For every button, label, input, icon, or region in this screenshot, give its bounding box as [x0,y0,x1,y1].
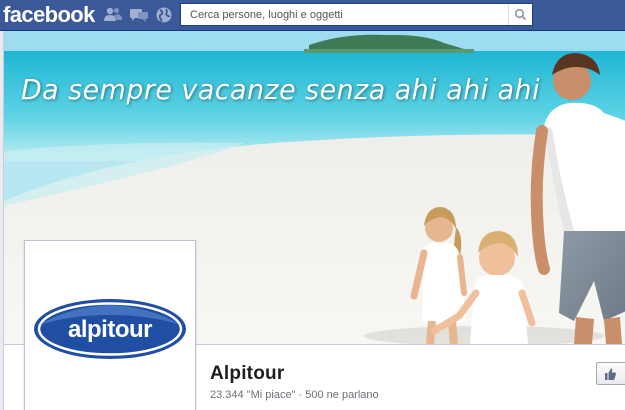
like-button[interactable] [596,362,625,385]
page-stats: 23.344 "Mi piace" · 500 ne parlano [210,389,379,401]
search-icon [509,8,533,29]
notifications-globe-icon[interactable] [154,6,174,24]
profile-picture[interactable]: alpitour [24,240,196,410]
facebook-logo[interactable]: facebook [3,1,95,28]
messages-icon[interactable] [129,6,149,24]
search-bar [180,3,533,26]
top-navigation-bar: facebook [0,0,625,31]
search-button[interactable] [508,4,532,25]
cover-slogan: Da sempre vacanze senza ahi ahi ahi [21,73,541,106]
alpitour-logo: alpitour [29,245,191,407]
search-input[interactable] [181,4,508,25]
friend-requests-icon[interactable] [103,6,123,24]
page-title[interactable]: Alpitour [210,363,284,385]
alpitour-logo-text: alpitour [68,316,152,343]
